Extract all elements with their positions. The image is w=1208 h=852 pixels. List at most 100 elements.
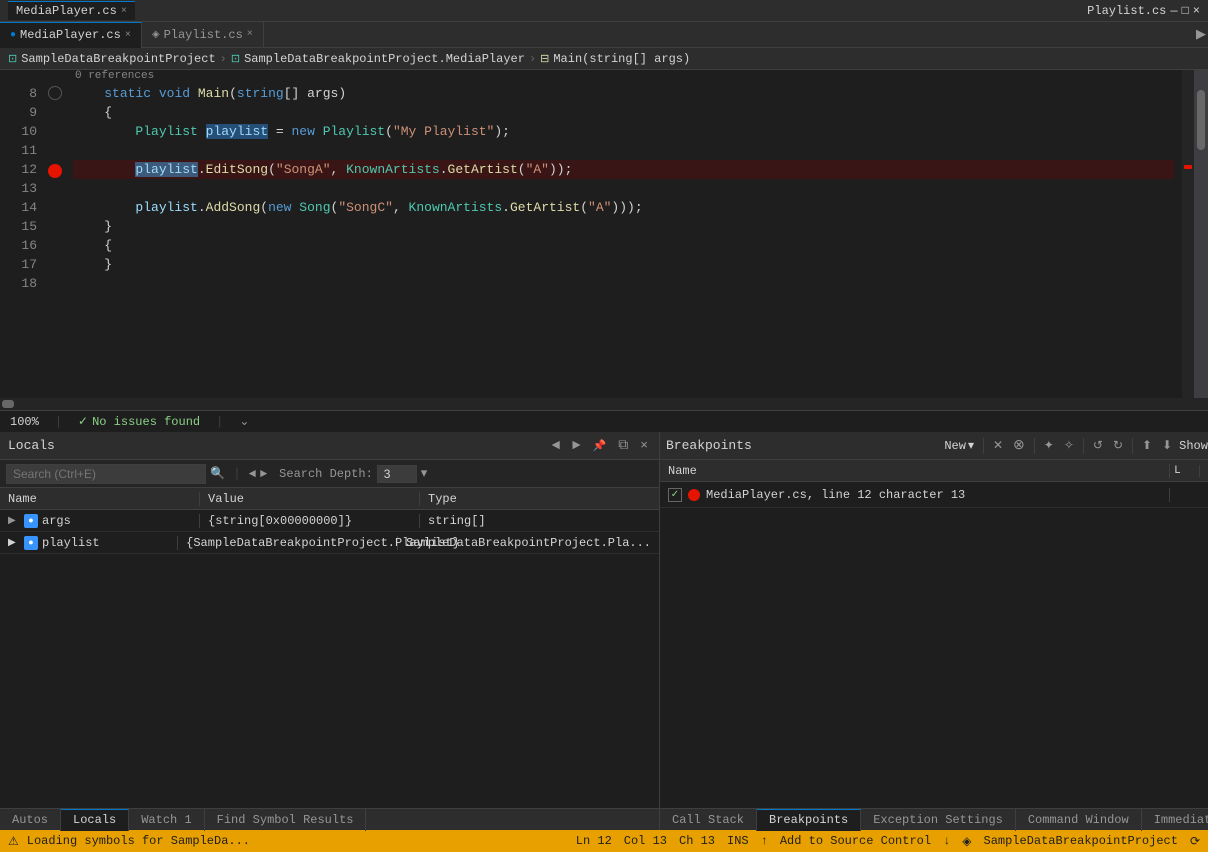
bp-table-header: Name L Hit Count Count: [660, 460, 1208, 482]
breadcrumb-icon2: ⊡: [231, 52, 240, 66]
go-to-source-button[interactable]: ↻: [1110, 438, 1126, 453]
locals-row-args-type: string[]: [420, 514, 659, 528]
locals-nav-forward[interactable]: ►: [569, 438, 583, 454]
show-columns-label: Show Columns: [1179, 439, 1208, 453]
locals-close-button[interactable]: ×: [637, 438, 651, 453]
bp-checkbox-1[interactable]: ✓: [668, 488, 682, 502]
expand-playlist[interactable]: ▶: [8, 537, 20, 549]
window-close[interactable]: ×: [1193, 4, 1200, 18]
editor-tab-playlist[interactable]: ◈ Playlist.cs ×: [142, 22, 264, 48]
show-columns-button[interactable]: Show Columns ▾: [1179, 438, 1208, 453]
code-content[interactable]: 0 references static void Main(string[] a…: [65, 70, 1182, 398]
minimap: [1182, 70, 1194, 398]
locals-search-next[interactable]: ►: [260, 467, 267, 481]
tab-autos[interactable]: Autos: [0, 809, 61, 831]
status-error-icon: ⚠: [8, 834, 19, 849]
code-line-18: [73, 274, 1174, 293]
gutter-row-16: [45, 238, 65, 257]
gutter-row-11: [45, 143, 65, 162]
editor-tabs: ● MediaPlayer.cs × ◈ Playlist.cs × ▶: [0, 22, 1208, 48]
title-tab-mediaplayer[interactable]: MediaPlayer.cs ×: [8, 1, 135, 20]
tab-breakpoints[interactable]: Breakpoints: [757, 809, 861, 831]
code-line-16: {: [73, 236, 1174, 255]
status-sync-icon: ⟳: [1190, 834, 1200, 849]
locals-search-prev[interactable]: ◄: [249, 467, 256, 481]
gutter-row-14: [45, 200, 65, 219]
refresh-button[interactable]: ↺: [1090, 438, 1106, 453]
search-depth-label: Search Depth:: [279, 467, 373, 481]
locals-nav-back[interactable]: ◄: [549, 438, 563, 454]
bp-row-1-hitcount: break alwa...: [1200, 481, 1208, 509]
editor-hscrollbar[interactable]: [0, 398, 1208, 410]
depth-dropdown[interactable]: ▾: [421, 466, 428, 481]
window-maximize[interactable]: □: [1182, 4, 1189, 18]
search-depth-input[interactable]: [377, 465, 417, 483]
tab-immediate-window[interactable]: Immediate Window: [1142, 809, 1208, 831]
editor-tab-mediaplayer-close[interactable]: ×: [125, 30, 131, 41]
enable-breakpoints-button[interactable]: ✦: [1041, 438, 1057, 453]
check-icon: ✓: [78, 414, 88, 429]
tab-find-symbol[interactable]: Find Symbol Results: [205, 809, 367, 831]
editor-tab-mediaplayer[interactable]: ● MediaPlayer.cs ×: [0, 22, 142, 48]
tab-locals[interactable]: Locals: [61, 809, 129, 831]
editor-scrollbar[interactable]: [1194, 70, 1208, 398]
tab-command-window[interactable]: Command Window: [1016, 809, 1142, 831]
code-line-9: {: [73, 103, 1174, 122]
editor-tab-playlist-close[interactable]: ×: [247, 29, 253, 40]
editor-scrollbar-thumb[interactable]: [1197, 90, 1205, 150]
export-button[interactable]: ⬆: [1139, 438, 1155, 453]
delete-all-breakpoints-button[interactable]: ⊗: [1010, 437, 1028, 454]
status-up-icon: ↑: [761, 834, 768, 848]
tab-exception-settings[interactable]: Exception Settings: [861, 809, 1016, 831]
code-line-15: }: [73, 217, 1174, 236]
breadcrumb-method[interactable]: Main(string[] args): [553, 52, 690, 66]
title-bar-tabs: MediaPlayer.cs ×: [8, 1, 135, 20]
import-button[interactable]: ⬇: [1159, 438, 1175, 453]
editor-hscrollbar-thumb[interactable]: [2, 400, 14, 408]
code-line-11: [73, 141, 1174, 160]
disable-breakpoints-button[interactable]: ✧: [1061, 438, 1077, 453]
status-check-dropdown[interactable]: ⌄: [239, 414, 249, 429]
delete-breakpoint-button[interactable]: ✕: [990, 438, 1006, 453]
var-icon-args: ●: [24, 514, 38, 528]
locals-search-icon[interactable]: 🔍: [210, 466, 225, 481]
locals-panel-title: Locals: [8, 438, 543, 453]
bp-col-header-name: Name: [660, 464, 1170, 478]
locals-pin-button[interactable]: 📌: [589, 439, 609, 453]
locals-row-playlist[interactable]: ▶ ● playlist {SampleDataBreakpointProjec…: [0, 532, 659, 554]
expand-args[interactable]: ▶: [8, 515, 20, 527]
locals-row-args[interactable]: ▶ ● args {string[0x00000000]} string[]: [0, 510, 659, 532]
locals-panel: Locals ◄ ► 📌 ⧉ × 🔍 | ◄ ► Search Depth: ▾…: [0, 432, 660, 830]
title-tab-mediaplayer-close[interactable]: ×: [121, 6, 127, 17]
tab-watch1[interactable]: Watch 1: [129, 809, 204, 831]
editor-scroll-right[interactable]: ▶: [1194, 27, 1208, 42]
toolbar-sep-4: [1132, 438, 1133, 454]
minimap-breakpoint: [1184, 165, 1192, 169]
title-tab-mediaplayer-label: MediaPlayer.cs: [16, 4, 117, 18]
gutter-row-18: [45, 276, 65, 295]
source-control-label[interactable]: Add to Source Control: [780, 834, 931, 848]
new-breakpoint-button[interactable]: New ▾: [941, 438, 977, 453]
breakpoints-toolbar: Breakpoints New ▾ ✕ ⊗ ✦ ✧ ↺ ↻ ⬆ ⬇ Show C…: [660, 432, 1208, 460]
breadcrumb-project[interactable]: SampleDataBreakpointProject: [21, 52, 215, 66]
panels-row: Locals ◄ ► 📌 ⧉ × 🔍 | ◄ ► Search Depth: ▾…: [0, 432, 1208, 830]
new-dropdown-icon[interactable]: ▾: [968, 438, 974, 453]
locals-row-playlist-value: {SampleDataBreakpointProject.Playlist}: [178, 536, 398, 550]
status-project[interactable]: SampleDataBreakpointProject: [984, 834, 1178, 848]
locals-row-args-value: {string[0x00000000]}: [200, 514, 420, 528]
window-minimize[interactable]: —: [1170, 4, 1177, 18]
breadcrumb-icon3: ⊟: [540, 52, 549, 66]
breadcrumb-class[interactable]: SampleDataBreakpointProject.MediaPlayer: [244, 52, 525, 66]
status-bar-right: Ln 12 Col 13 Ch 13 INS ↑ Add to Source C…: [576, 834, 1200, 849]
tab-call-stack[interactable]: Call Stack: [660, 809, 757, 831]
col-header-value: Value: [200, 492, 420, 506]
breadcrumb-icon: ⊡: [8, 52, 17, 66]
status-ch: Ch 13: [679, 834, 715, 848]
bp-row-1[interactable]: ✓ MediaPlayer.cs, line 12 character 13 b…: [660, 482, 1208, 508]
locals-search-input[interactable]: [6, 464, 206, 484]
zoom-level[interactable]: 100%: [10, 415, 39, 429]
status-bar-left: ⚠ Loading symbols for SampleDa...: [8, 834, 568, 849]
locals-panel-header: Locals ◄ ► 📌 ⧉ ×: [0, 432, 659, 460]
locals-float-button[interactable]: ⧉: [615, 438, 631, 454]
status-loading-text: Loading symbols for SampleDa...: [27, 834, 250, 848]
